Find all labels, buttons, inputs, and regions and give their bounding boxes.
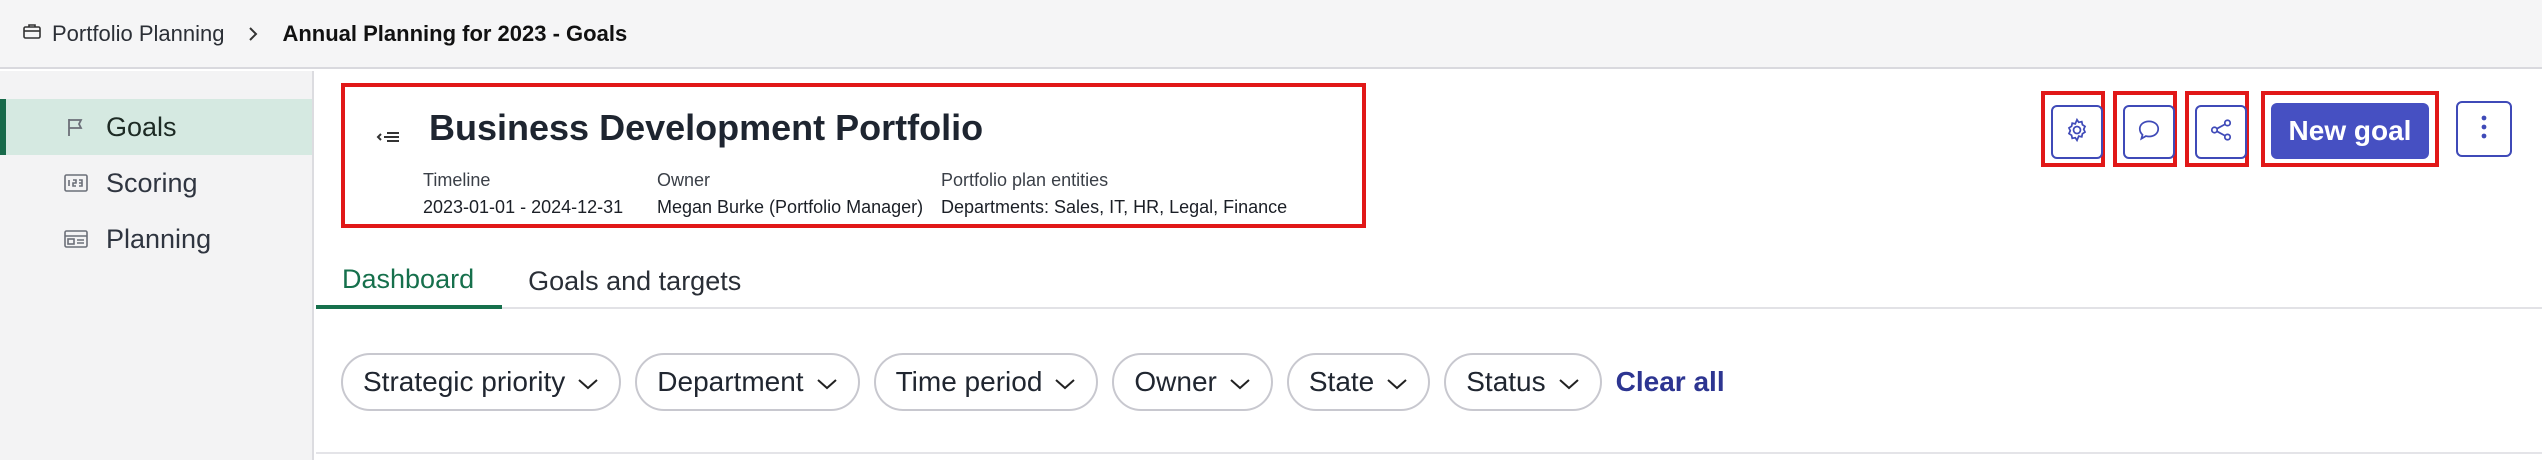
comment-button-frame — [2113, 91, 2177, 167]
share-button-frame — [2185, 91, 2249, 167]
meta-value: Departments: Sales, IT, HR, Legal, Finan… — [941, 197, 1288, 217]
sidebar-item-scoring[interactable]: Scoring — [0, 155, 312, 211]
sidebar-item-label: Goals — [106, 111, 177, 142]
portfolio-header: Business Development Portfolio Timeline … — [341, 83, 1366, 228]
page-title: Business Development Portfolio — [429, 107, 984, 148]
comment-icon — [2136, 117, 2162, 148]
filter-state[interactable]: State — [1286, 353, 1431, 411]
filter-label: Status — [1466, 366, 1546, 397]
meta-label: Owner — [657, 170, 711, 190]
sidebar-item-label: Scoring — [106, 167, 198, 198]
meta-entities: Portfolio plan entities Departments: Sal… — [941, 167, 1287, 221]
filter-label: Strategic priority — [363, 366, 566, 397]
filter-label: Owner — [1134, 366, 1217, 397]
share-icon — [2208, 117, 2234, 148]
filter-strategic-priority[interactable]: Strategic priority — [341, 353, 622, 411]
chevron-down-icon — [1229, 366, 1251, 398]
comment-button[interactable] — [2123, 105, 2175, 159]
tab-bar: Dashboard Goals and targets — [316, 253, 2542, 309]
sidebar-item-label: Planning — [106, 223, 212, 254]
meta-value: Megan Burke (Portfolio Manager) — [657, 197, 924, 217]
filter-time-period[interactable]: Time period — [873, 353, 1099, 411]
filter-department[interactable]: Department — [635, 353, 860, 411]
sidebar-item-planning[interactable]: Planning — [0, 211, 312, 267]
sidebar: Goals Scoring Planning — [0, 71, 314, 460]
flag-icon — [64, 115, 88, 139]
meta-label: Timeline — [423, 170, 491, 190]
settings-button-frame — [2041, 91, 2105, 167]
chevron-down-icon — [1386, 366, 1408, 398]
meta-owner: Owner Megan Burke (Portfolio Manager) — [657, 167, 923, 221]
new-goal-button[interactable]: New goal — [2271, 103, 2429, 159]
meta-value: 2023-01-01 - 2024-12-31 — [423, 197, 624, 217]
filter-owner[interactable]: Owner — [1112, 353, 1273, 411]
chevron-down-icon — [1558, 366, 1580, 398]
gear-icon — [2064, 117, 2090, 148]
new-goal-button-frame: New goal — [2261, 91, 2439, 167]
more-vertical-icon — [2480, 114, 2488, 145]
meta-label: Portfolio plan entities — [941, 170, 1109, 190]
breadcrumb-bar: Portfolio Planning Annual Planning for 2… — [0, 0, 2542, 69]
chevron-right-icon — [246, 25, 260, 43]
settings-button[interactable] — [2051, 105, 2103, 159]
breadcrumb-home-label: Portfolio Planning — [52, 20, 225, 46]
sidebar-item-goals[interactable]: Goals — [0, 99, 312, 155]
divider — [316, 452, 2542, 454]
tab-dashboard[interactable]: Dashboard — [316, 253, 503, 309]
chevron-down-icon — [577, 366, 599, 398]
collapse-panel-icon[interactable] — [375, 127, 401, 147]
planning-icon — [64, 227, 88, 251]
breadcrumb-current: Annual Planning for 2023 - Goals — [282, 20, 628, 46]
main-content: Business Development Portfolio Timeline … — [316, 71, 2542, 460]
scoring-icon — [64, 171, 88, 195]
filter-label: Time period — [895, 366, 1043, 397]
tab-goals-and-targets[interactable]: Goals and targets — [502, 253, 767, 309]
breadcrumb-home-link[interactable]: Portfolio Planning — [22, 21, 224, 47]
filter-bar: Strategic priority Department Time perio… — [341, 353, 1725, 411]
more-options-button[interactable] — [2456, 101, 2512, 157]
filter-label: Department — [657, 366, 804, 397]
chevron-down-icon — [816, 366, 838, 398]
share-button[interactable] — [2195, 105, 2247, 159]
briefcase-icon — [22, 21, 42, 47]
chevron-down-icon — [1054, 366, 1076, 398]
filter-status[interactable]: Status — [1444, 353, 1602, 411]
breadcrumb: Portfolio Planning Annual Planning for 2… — [22, 21, 627, 47]
meta-timeline: Timeline 2023-01-01 - 2024-12-31 — [423, 167, 623, 221]
filter-label: State — [1308, 366, 1375, 397]
clear-all-filters-link[interactable]: Clear all — [1616, 366, 1725, 398]
